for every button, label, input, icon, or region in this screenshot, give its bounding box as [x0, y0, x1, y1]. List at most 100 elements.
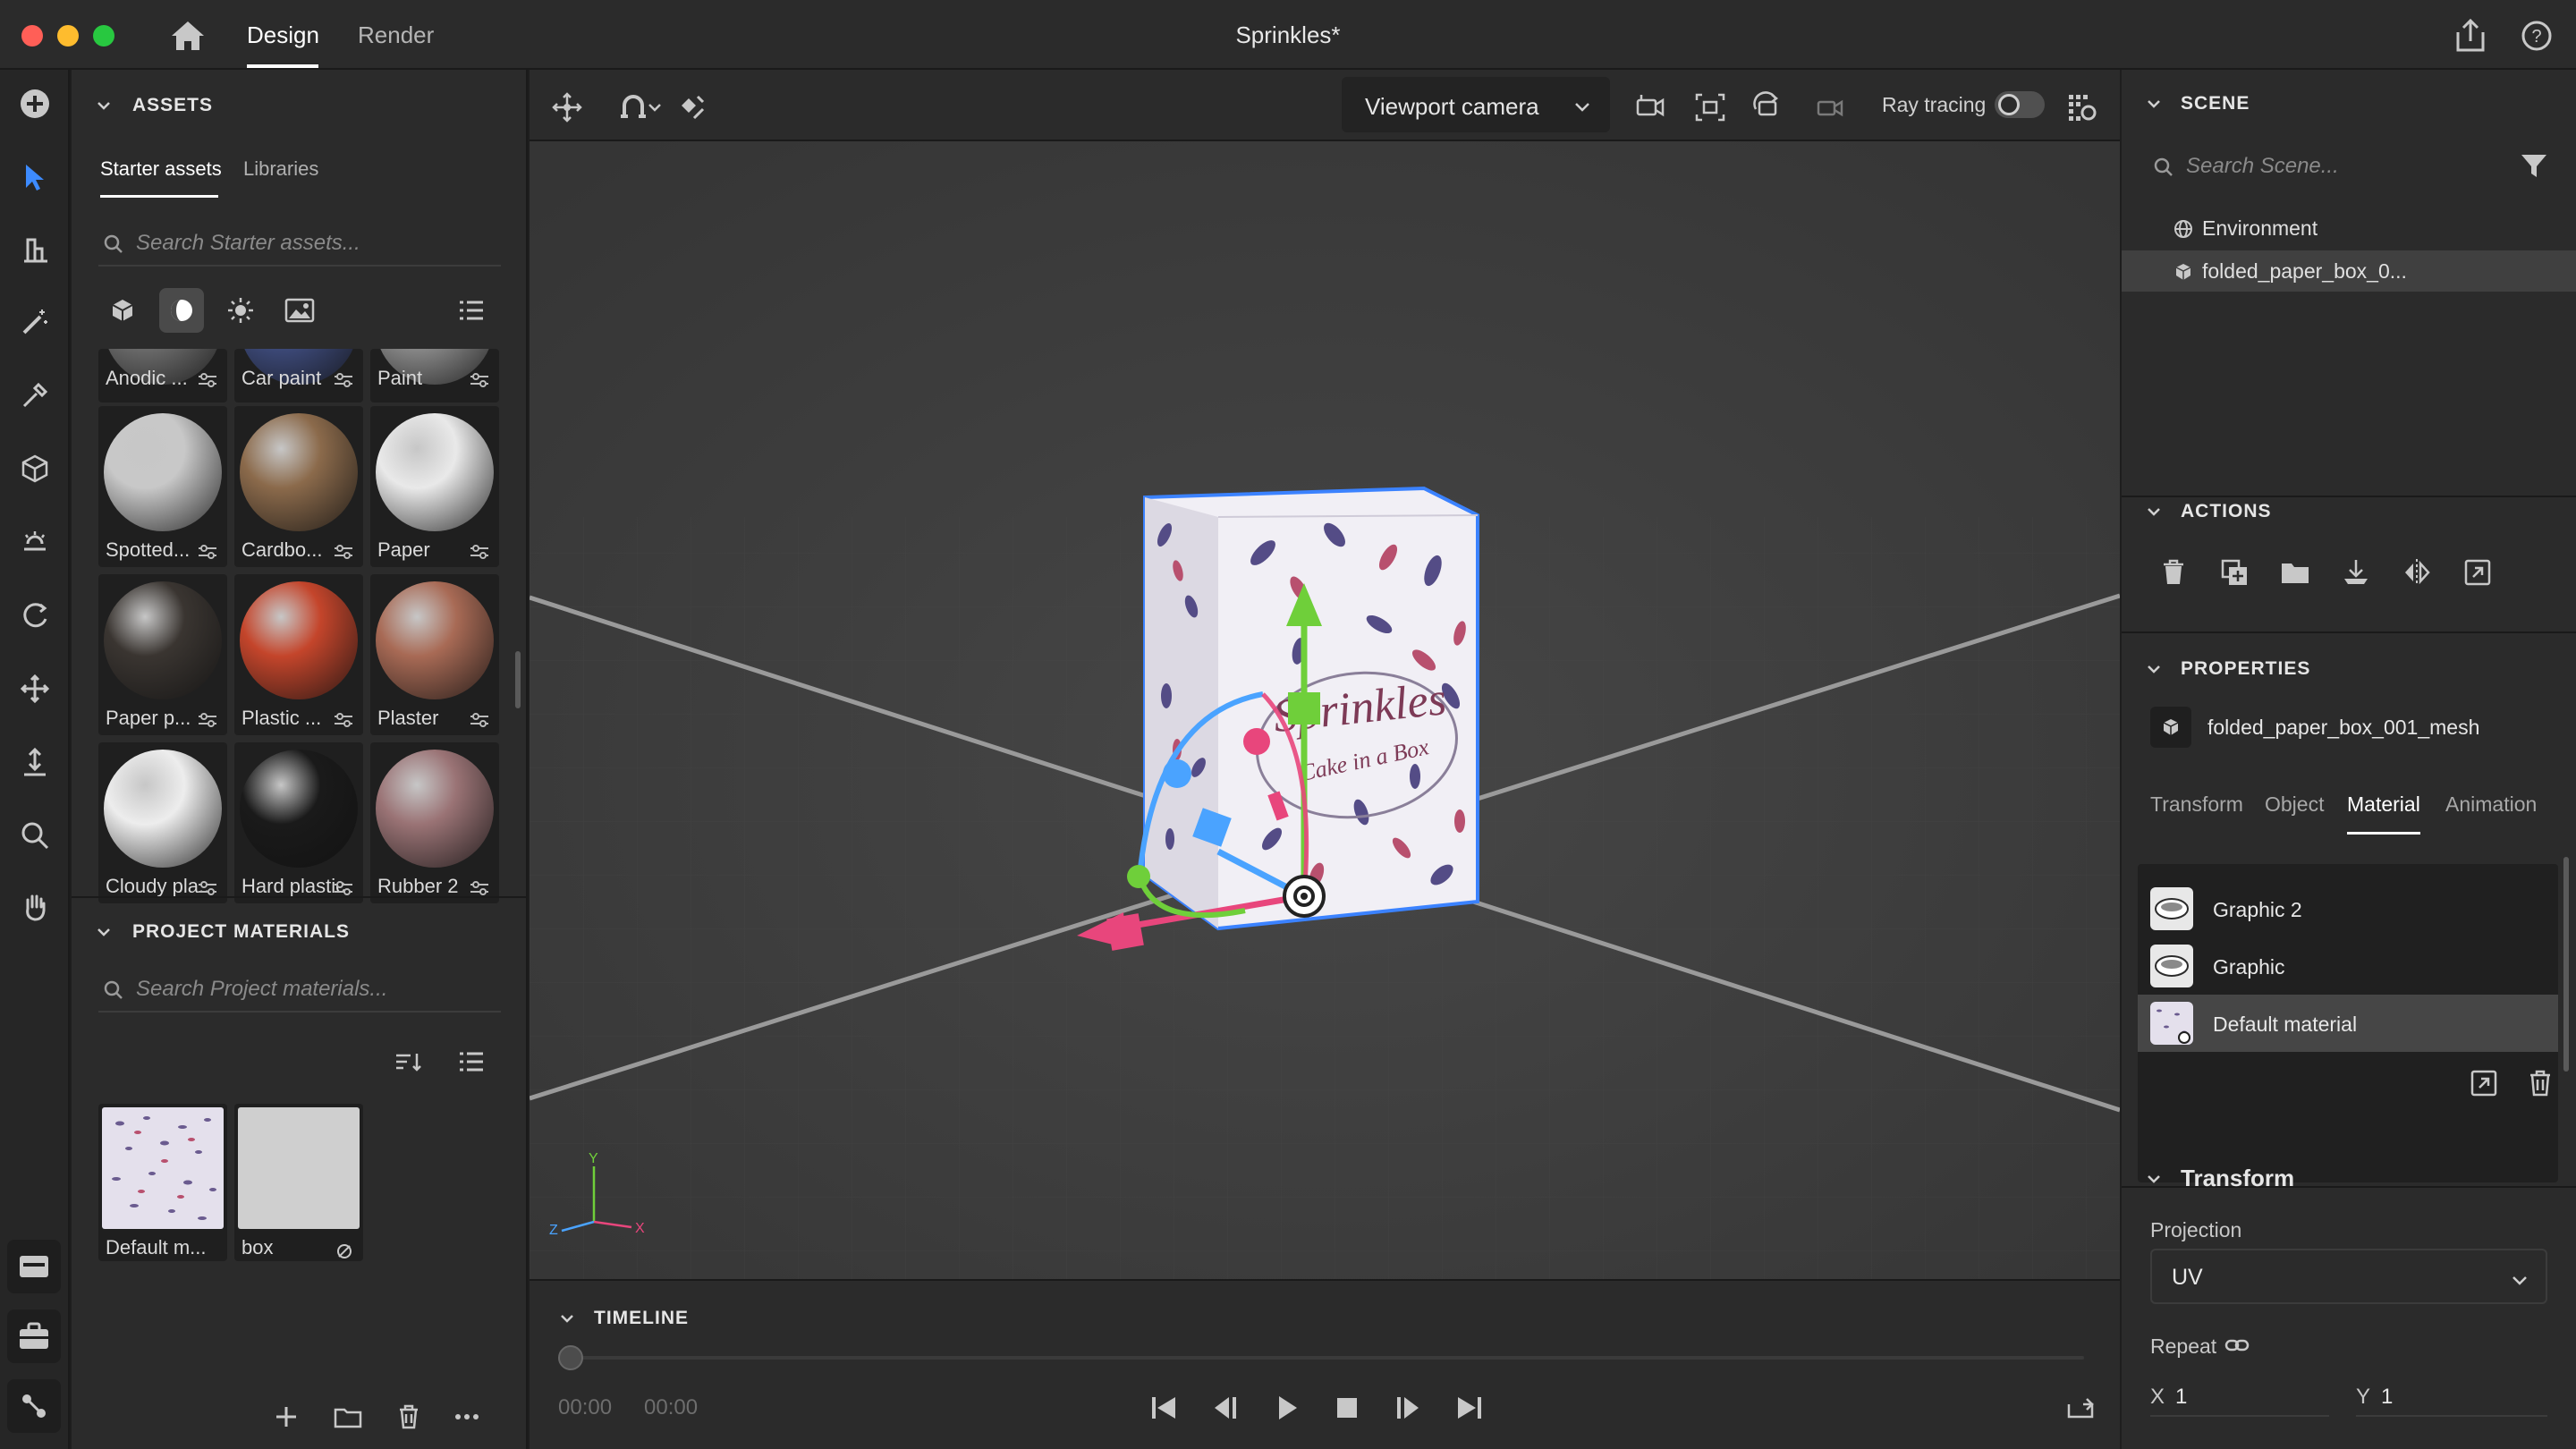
materials-filter-button[interactable] [159, 288, 204, 333]
folder-icon[interactable] [333, 1402, 363, 1431]
link-icon[interactable] [2224, 1335, 2250, 1356]
skip-to-start-icon[interactable] [1147, 1390, 1182, 1426]
ground-tool-icon[interactable] [15, 229, 55, 268]
camera-reset-icon[interactable] [1809, 88, 1848, 127]
project-material-box[interactable]: box [234, 1104, 363, 1261]
duplicate-icon[interactable] [2216, 555, 2252, 590]
adjust-icon[interactable] [333, 372, 354, 388]
adjust-icon[interactable] [469, 372, 490, 388]
material-tile[interactable]: Cardbo... [234, 406, 363, 567]
material-tile[interactable]: Car paint [234, 349, 363, 402]
scene-item-environment[interactable]: Environment [2122, 208, 2576, 249]
adjust-icon[interactable] [197, 712, 218, 728]
lights-filter-button[interactable] [218, 288, 263, 333]
material-row-default-material[interactable]: Default material [2138, 995, 2558, 1052]
play-icon[interactable] [1268, 1390, 1304, 1426]
home-icon[interactable] [166, 18, 209, 54]
step-forward-icon[interactable] [1390, 1390, 1426, 1426]
drop-to-ground-icon[interactable] [2338, 555, 2374, 590]
3d-viewport[interactable]: Sprinkles Cake in a Box Y X Z Viewport c… [530, 70, 2120, 1279]
delete-icon[interactable] [2526, 1068, 2555, 1098]
projection-select[interactable]: UV [2150, 1249, 2547, 1304]
project-material-default[interactable]: Default m... [98, 1104, 227, 1261]
chevron-down-icon[interactable] [2145, 1170, 2163, 1188]
move-icon[interactable] [15, 669, 55, 708]
adjust-icon[interactable] [197, 544, 218, 560]
mirror-icon[interactable] [2399, 555, 2435, 590]
share-icon[interactable] [2451, 16, 2490, 55]
chevron-down-icon[interactable] [2145, 503, 2163, 521]
camera-orbit-icon[interactable] [1748, 88, 1787, 127]
adjust-icon[interactable] [333, 880, 354, 896]
camera-add-icon[interactable] [1630, 88, 1669, 127]
material-tile[interactable]: Plaster [370, 574, 499, 735]
select-tool-icon[interactable] [15, 157, 55, 197]
geometry-icon[interactable] [15, 449, 55, 488]
dolly-icon[interactable] [15, 742, 55, 782]
panel-toggle-icon[interactable] [7, 1240, 61, 1293]
ray-tracing-toggle[interactable] [1995, 91, 2045, 118]
add-icon[interactable] [272, 1402, 301, 1431]
close-window-button[interactable] [21, 25, 43, 47]
timeline-track[interactable] [569, 1356, 2084, 1360]
list-view-button[interactable] [449, 288, 494, 333]
tab-material[interactable]: Material [2347, 792, 2420, 817]
material-row-graphic[interactable]: Graphic [2138, 937, 2558, 995]
magic-wand-icon[interactable] [15, 302, 55, 342]
eyedropper-icon[interactable] [15, 376, 55, 415]
assets-scrollbar[interactable] [515, 651, 521, 708]
adjust-icon[interactable] [197, 372, 218, 388]
timeline-scrubber[interactable] [558, 1345, 583, 1370]
maximize-window-button[interactable] [93, 25, 114, 47]
more-icon[interactable] [453, 1402, 481, 1431]
hand-pan-icon[interactable] [15, 887, 55, 927]
chevron-down-icon[interactable] [558, 1309, 576, 1327]
properties-scrollbar[interactable] [2563, 857, 2569, 1072]
loop-icon[interactable] [2063, 1390, 2098, 1426]
material-tile[interactable]: Rubber 2 [370, 742, 499, 903]
help-icon[interactable]: ? [2519, 18, 2555, 54]
starter-assets-search-input[interactable]: Search Starter assets... [98, 220, 501, 267]
models-filter-button[interactable] [100, 288, 145, 333]
transform-mode-icon[interactable] [547, 88, 587, 127]
delete-icon[interactable] [2156, 555, 2191, 590]
material-tile[interactable]: Anodic ... [98, 349, 227, 402]
chevron-down-icon[interactable] [2145, 95, 2163, 113]
add-icon[interactable] [15, 84, 55, 123]
tab-object[interactable]: Object [2265, 792, 2324, 817]
subtab-libraries[interactable]: Libraries [243, 157, 318, 181]
zoom-icon[interactable] [15, 816, 55, 855]
adjust-icon[interactable] [197, 880, 218, 896]
images-filter-button[interactable] [277, 288, 322, 333]
list-view-button[interactable] [449, 1039, 494, 1084]
adjust-icon[interactable] [469, 544, 490, 560]
repeat-x-field[interactable]: X 1 [2150, 1381, 2329, 1417]
minimize-window-button[interactable] [57, 25, 79, 47]
material-tile[interactable]: Spotted... [98, 406, 227, 567]
drop-to-ground-icon[interactable] [673, 88, 712, 127]
material-tile[interactable]: Paint [370, 349, 499, 402]
adjust-icon[interactable] [469, 880, 490, 896]
tab-render[interactable]: Render [358, 21, 434, 49]
chevron-down-icon[interactable] [95, 923, 113, 941]
material-tile[interactable]: Paper [370, 406, 499, 567]
delete-icon[interactable] [395, 1402, 422, 1431]
folder-icon[interactable] [2277, 555, 2313, 590]
adjust-icon[interactable] [333, 712, 354, 728]
orbit-icon[interactable] [15, 596, 55, 635]
scene-graph-icon[interactable] [7, 1379, 61, 1433]
scene-search-input[interactable]: Search Scene... [2148, 143, 2488, 190]
tab-animation[interactable]: Animation [2445, 792, 2537, 817]
material-row-graphic-2[interactable]: Graphic 2 [2138, 880, 2558, 937]
camera-select[interactable]: Viewport camera [1342, 77, 1610, 132]
edit-material-icon[interactable] [2469, 1068, 2499, 1098]
material-tile[interactable]: Cloudy pla... [98, 742, 227, 903]
tab-transform[interactable]: Transform [2150, 792, 2243, 817]
adjust-icon[interactable] [469, 712, 490, 728]
material-tile[interactable]: Hard plastic [234, 742, 363, 903]
stop-icon[interactable] [1329, 1390, 1365, 1426]
render-settings-icon[interactable] [2063, 88, 2102, 127]
lighting-icon[interactable] [15, 522, 55, 562]
repeat-y-field[interactable]: Y 1 [2356, 1381, 2547, 1417]
material-tile[interactable]: Plastic ... [234, 574, 363, 735]
